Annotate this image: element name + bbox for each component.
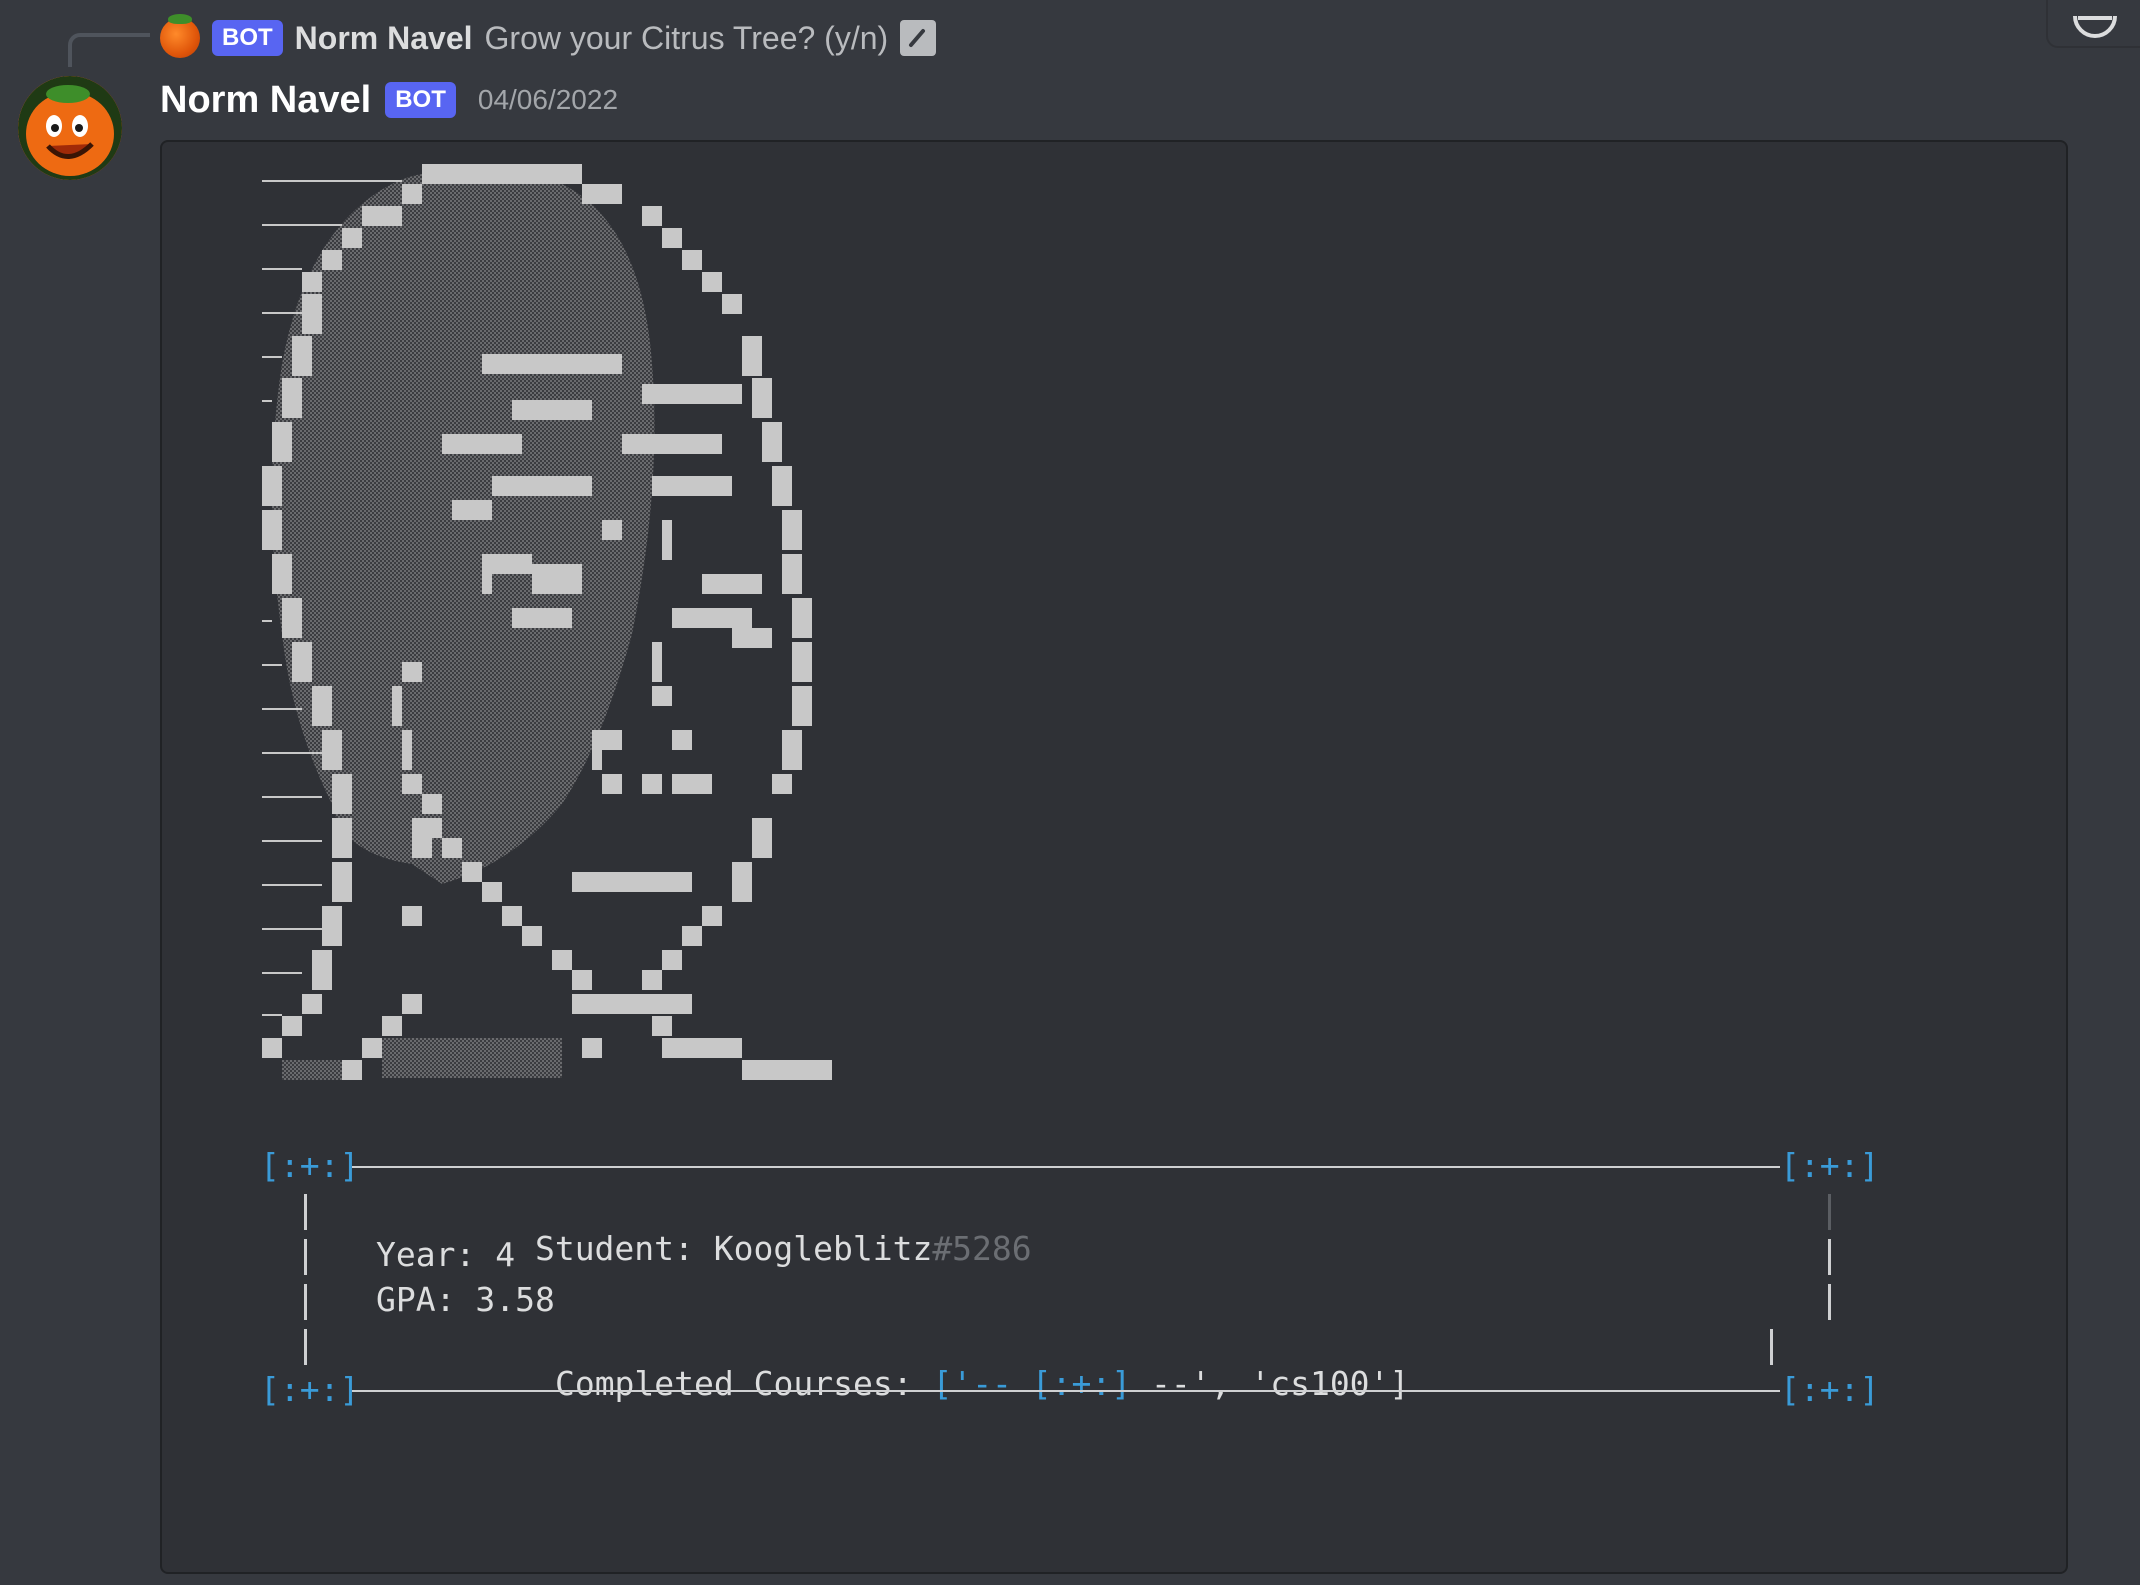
art-base: [282, 1060, 342, 1080]
panel-corner-br: [:+:]: [1780, 1370, 1880, 1409]
panel-top-rule: [352, 1166, 1780, 1168]
pencil-icon: [909, 29, 926, 47]
courses-row: Completed Courses: ['-- [:+:] --', 'cs10…: [396, 1325, 1409, 1442]
code-block: [:+:] [:+:] Student: Koogleblitz#5286 Ye…: [160, 140, 2068, 1574]
panel-pipe-right-4: [1770, 1329, 1773, 1365]
panel-bottom-rule: [352, 1390, 1780, 1392]
reply-bot-tag: BOT: [212, 20, 283, 56]
reply-reference[interactable]: BOT Norm Navel Grow your Citrus Tree? (y…: [160, 14, 937, 62]
panel-pipe-left-4: [304, 1329, 307, 1365]
panel-pipe-left-2: [304, 1239, 307, 1275]
gpa-row: GPA: 3.58: [376, 1280, 555, 1319]
student-label: Student:: [534, 1229, 714, 1268]
panel-corner-bl: [:+:]: [260, 1370, 360, 1409]
message-timestamp[interactable]: 04/06/2022: [478, 84, 618, 116]
author-name[interactable]: Norm Navel: [160, 79, 371, 122]
edit-icon[interactable]: [900, 20, 937, 56]
panel-pipe-left-3: [304, 1284, 307, 1320]
courses-label: Completed Courses:: [554, 1364, 933, 1403]
panel-corner-tr: [:+:]: [1780, 1146, 1880, 1185]
reply-author[interactable]: Norm Navel: [295, 20, 473, 57]
add-reaction-button[interactable]: [2046, 0, 2140, 48]
courses-rest: --', 'cs100']: [1131, 1364, 1410, 1403]
student-discriminator: #5286: [932, 1229, 1032, 1268]
panel-corner-tl: [:+:]: [260, 1146, 360, 1185]
panel-pipe-left-1: [304, 1194, 307, 1230]
reply-text[interactable]: Grow your Citrus Tree? (y/n): [485, 20, 889, 57]
art-body: [272, 170, 655, 884]
orange-mascot-icon: [18, 76, 122, 180]
message-header: Norm Navel BOT 04/06/2022: [160, 76, 618, 124]
year-row: Year: 4: [376, 1235, 516, 1274]
courses-bracket: [:+:]: [1031, 1364, 1132, 1403]
emoji-icon: [2073, 15, 2117, 38]
courses-open: ['--: [932, 1364, 1032, 1403]
bot-tag: BOT: [385, 82, 456, 118]
student-info-panel: [:+:] [:+:] Student: Koogleblitz#5286 Ye…: [260, 1146, 1880, 1409]
panel-pipe-right-2: [1828, 1239, 1831, 1275]
panel-pipe-right-3: [1828, 1284, 1831, 1320]
discord-chat: BOT Norm Navel Grow your Citrus Tree? (y…: [0, 0, 2140, 1585]
art-base-2: [382, 1038, 562, 1078]
panel-pipe-right-1: [1828, 1194, 1831, 1230]
reply-spine: [68, 33, 150, 67]
reply-avatar[interactable]: [160, 14, 200, 58]
student-name: Koogleblitz: [713, 1229, 933, 1268]
author-avatar[interactable]: [18, 76, 122, 180]
ascii-orange-art: [262, 164, 832, 1080]
